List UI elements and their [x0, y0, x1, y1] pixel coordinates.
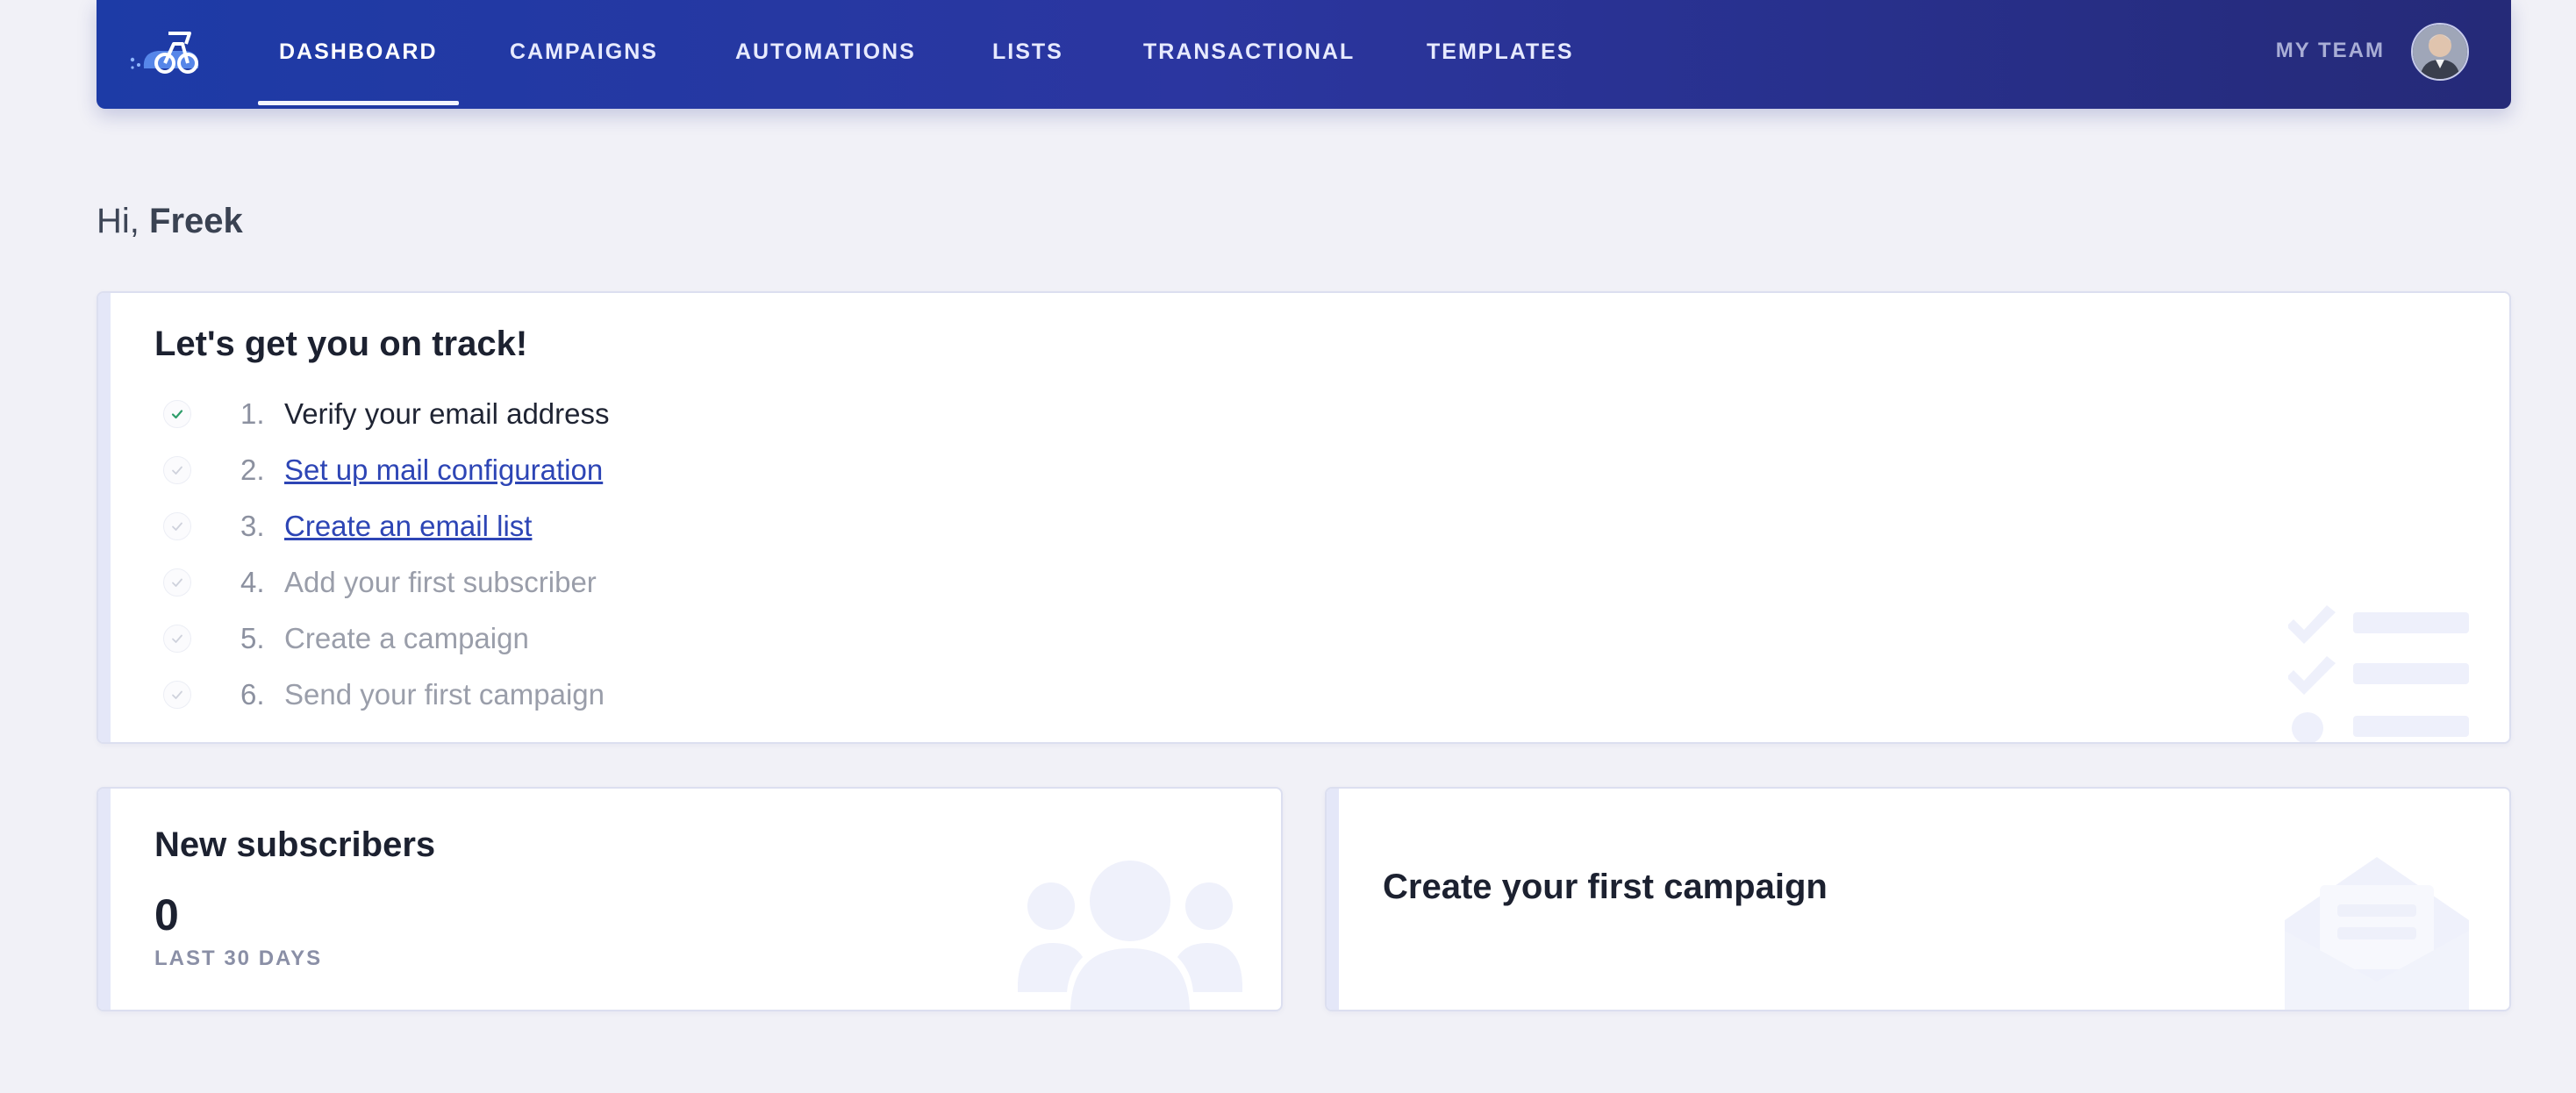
create-campaign-card[interactable]: Create your first campaign: [1325, 787, 2511, 1011]
subscriber-count: 0: [154, 890, 179, 939]
check-icon: [163, 512, 191, 540]
step-number: 5.: [240, 622, 265, 654]
nav-dashboard[interactable]: DASHBOARD: [258, 0, 458, 105]
step-number: 3.: [240, 510, 265, 542]
top-navigation: DASHBOARD CAMPAIGNS AUTOMATIONS LISTS TR…: [97, 0, 2511, 109]
step-label-send-campaign: Send your first campaign: [284, 678, 605, 711]
team-label[interactable]: MY TEAM: [2276, 0, 2385, 102]
onboarding-step: 5. Create a campaign: [154, 617, 529, 661]
subscriber-period: LAST 30 DAYS: [154, 947, 323, 970]
bike-rider-icon[interactable]: [125, 25, 205, 77]
nav-templates[interactable]: TEMPLATES: [1427, 0, 1574, 105]
avatar[interactable]: [2411, 23, 2469, 81]
greeting: Hi, Freek: [97, 202, 243, 241]
nav-lists[interactable]: LISTS: [992, 0, 1063, 105]
onboarding-card: Let's get you on track! 1. Verify your e…: [97, 291, 2511, 744]
step-number: 2.: [240, 454, 265, 486]
check-icon: [163, 625, 191, 653]
new-subscribers-title: New subscribers: [154, 825, 436, 864]
nav-campaigns[interactable]: CAMPAIGNS: [510, 0, 658, 105]
check-icon: [163, 681, 191, 709]
onboarding-title: Let's get you on track!: [154, 325, 528, 363]
onboarding-step: 6. Send your first campaign: [154, 673, 605, 717]
onboarding-step: 3. Create an email list: [154, 504, 532, 548]
onboarding-step: 1. Verify your email address: [154, 392, 610, 436]
step-number: 4.: [240, 566, 265, 598]
nav-transactional[interactable]: TRANSACTIONAL: [1143, 0, 1355, 105]
greeting-prefix: Hi,: [97, 202, 140, 240]
create-email-list-link[interactable]: Create an email list: [284, 510, 532, 543]
new-subscribers-card: New subscribers 0 LAST 30 DAYS: [97, 787, 1283, 1011]
create-campaign-title[interactable]: Create your first campaign: [1383, 868, 1828, 907]
onboarding-step: 2. Set up mail configuration: [154, 448, 603, 492]
step-number: 1.: [240, 397, 265, 430]
check-icon: [163, 568, 191, 597]
step-label-create-campaign: Create a campaign: [284, 622, 529, 654]
checklist-icon: [2286, 600, 2469, 742]
envelope-icon: [2285, 850, 2469, 1010]
check-icon: [163, 456, 191, 484]
step-label-add-subscriber: Add your first subscriber: [284, 566, 597, 598]
step-label-verify-email: Verify your email address: [284, 397, 610, 430]
setup-mail-configuration-link[interactable]: Set up mail configuration: [284, 454, 603, 487]
step-number: 6.: [240, 678, 265, 711]
nav-automations[interactable]: AUTOMATIONS: [735, 0, 916, 105]
user-name: Freek: [149, 202, 243, 240]
users-icon: [1018, 861, 1242, 1010]
check-icon: [163, 400, 191, 428]
onboarding-step: 4. Add your first subscriber: [154, 561, 597, 604]
